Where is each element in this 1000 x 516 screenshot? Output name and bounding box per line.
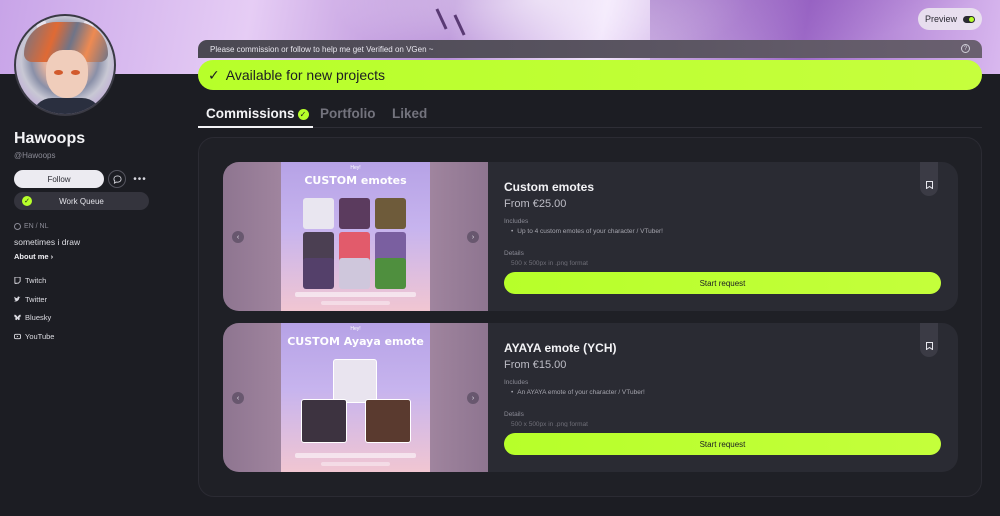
bookmark-icon: [925, 342, 933, 350]
tab-label: Liked: [392, 106, 428, 121]
profile-name: Hawoops: [14, 130, 86, 147]
details-heading: Details: [504, 411, 524, 418]
bluesky-icon: [14, 314, 21, 321]
poster-small-text: Hey!: [350, 165, 361, 171]
notice-text: Please commission or follow to help me g…: [210, 44, 434, 54]
start-request-button[interactable]: Start request: [504, 272, 941, 294]
active-tab-indicator: [198, 126, 313, 128]
commission-title: AYAYA emote (YCH): [504, 341, 617, 355]
globe-icon: [14, 223, 21, 230]
social-label: YouTube: [25, 332, 55, 341]
emote-thumbnail: [333, 359, 377, 403]
emote-thumbnail: [375, 198, 406, 229]
youtube-icon: [14, 333, 21, 340]
commission-price: From €25.00: [504, 198, 567, 210]
twitter-icon: [14, 296, 21, 302]
social-label: Bluesky: [25, 313, 52, 322]
avatar-eye: [71, 70, 80, 75]
social-link-bluesky[interactable]: Bluesky: [14, 313, 51, 322]
commission-card[interactable]: Hey! CUSTOM emotes ‹ › Custom emotes Fro…: [223, 162, 958, 311]
social-label: Twitter: [25, 295, 48, 304]
commission-preview-image: Hey! CUSTOM emotes: [281, 162, 430, 311]
includes-item: An AYAYA emote of your character / VTube…: [511, 389, 645, 396]
poster-small-text: Hey!: [350, 326, 361, 332]
commission-card[interactable]: Hey! CUSTOM Ayaya emote ‹ › AYAYA emote …: [223, 323, 958, 472]
about-me-link[interactable]: About me ›: [14, 252, 53, 261]
carousel-next-button[interactable]: ›: [467, 392, 479, 404]
avatar-face: [46, 50, 88, 98]
tab-liked[interactable]: Liked: [392, 106, 427, 121]
check-icon: ✓: [22, 196, 32, 206]
includes-item: Up to 4 custom emotes of your character …: [511, 228, 663, 235]
poster-title: CUSTOM emotes: [304, 174, 407, 187]
check-badge-icon: ✓: [297, 109, 309, 120]
details-item: 500 x 500px in .png format: [511, 421, 588, 427]
bookmark-icon: [925, 181, 933, 189]
chat-bubble-icon: [112, 174, 122, 184]
avatar-shirt: [32, 98, 102, 114]
commission-preview-image: Hey! CUSTOM Ayaya emote: [281, 323, 430, 472]
check-icon: ✓: [208, 66, 220, 83]
includes-heading: Includes: [504, 379, 529, 386]
avatar-eye: [54, 70, 63, 75]
start-request-button[interactable]: Start request: [504, 433, 941, 455]
toggle-switch-icon: [963, 15, 975, 23]
emote-thumbnail: [375, 258, 406, 289]
social-link-twitter[interactable]: Twitter: [14, 295, 47, 304]
preview-label: Preview: [924, 14, 957, 24]
carousel-next-button[interactable]: ›: [467, 231, 479, 243]
poster-caption-bar: [295, 292, 416, 297]
tab-portfolio[interactable]: Portfolio: [320, 106, 376, 121]
verification-notice: Please commission or follow to help me g…: [198, 40, 982, 58]
commission-image-carousel[interactable]: Hey! CUSTOM Ayaya emote ‹ ›: [223, 323, 488, 472]
emote-thumbnail: [365, 399, 411, 443]
emote-thumbnail: [303, 258, 334, 289]
carousel-prev-button[interactable]: ‹: [232, 231, 244, 243]
availability-label: Available for new projects: [225, 67, 386, 83]
bookmark-button[interactable]: [920, 162, 938, 196]
commission-image-carousel[interactable]: Hey! CUSTOM emotes ‹ ›: [223, 162, 488, 311]
emote-thumbnail: [339, 198, 370, 229]
tab-label: Portfolio: [320, 106, 376, 121]
details-heading: Details: [504, 250, 524, 257]
follow-button[interactable]: Follow: [14, 170, 104, 188]
work-queue-label: Work Queue: [59, 196, 104, 206]
bookmark-button[interactable]: [920, 323, 938, 357]
emote-thumbnail: [303, 198, 334, 229]
work-queue-button[interactable]: ✓ Work Queue: [14, 192, 149, 210]
carousel-prev-button[interactable]: ‹: [232, 392, 244, 404]
avatar: [14, 14, 116, 116]
commission-title: Custom emotes: [504, 180, 595, 194]
poster-caption-bar: [321, 301, 390, 305]
availability-banner: ✓ Available for new projects: [198, 60, 982, 90]
preview-toggle-button[interactable]: Preview: [918, 8, 982, 30]
poster-title: CUSTOM Ayaya emote: [287, 335, 424, 348]
poster-caption-bar: [295, 453, 416, 458]
emote-thumbnail: [301, 399, 347, 443]
profile-tabs: Commissions ✓ Portfolio Liked: [198, 106, 982, 128]
tab-label: Commissions: [206, 106, 295, 121]
emote-thumbnail: [339, 258, 370, 289]
help-icon[interactable]: ?: [961, 44, 970, 53]
social-link-youtube[interactable]: YouTube: [14, 332, 54, 341]
tab-commissions[interactable]: Commissions ✓: [206, 106, 309, 121]
includes-heading: Includes: [504, 218, 529, 225]
twitch-icon: [14, 277, 21, 284]
language-info: EN / NL: [14, 223, 49, 230]
social-link-twitch[interactable]: Twitch: [14, 276, 46, 285]
more-options-button[interactable]: •••: [132, 170, 148, 188]
about-me-label: About me: [14, 252, 49, 261]
message-button[interactable]: [108, 170, 126, 188]
social-label: Twitch: [25, 276, 47, 285]
poster-caption-bar: [321, 462, 390, 466]
profile-handle: @Hawoops: [14, 151, 56, 160]
language-label: EN / NL: [24, 223, 49, 230]
profile-bio: sometimes i draw: [14, 237, 81, 247]
details-item: 500 x 500px in .png format: [511, 260, 588, 266]
commission-price: From €15.00: [504, 359, 567, 371]
